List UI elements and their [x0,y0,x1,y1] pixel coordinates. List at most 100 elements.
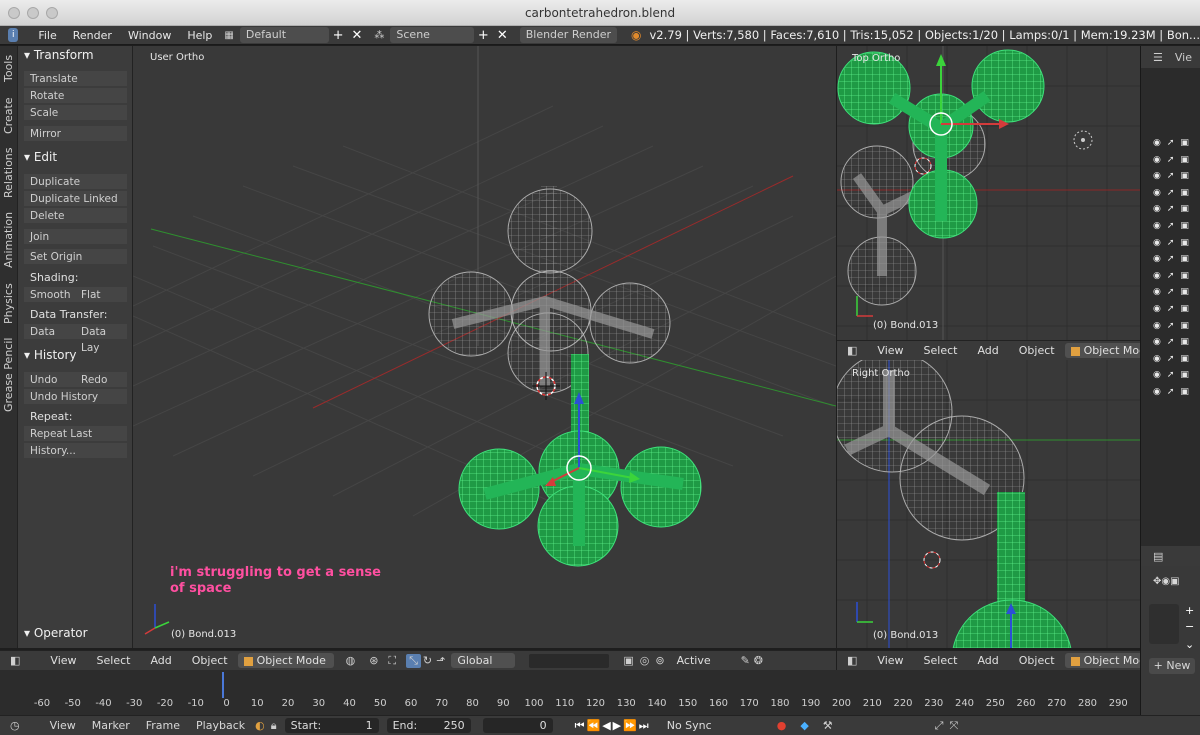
eye-icon[interactable]: ◉ [1153,155,1161,165]
tab-physics[interactable]: Physics [2,283,15,324]
viewport-shading-icon[interactable]: ◍ [346,654,356,667]
smooth-button[interactable]: Smooth [24,287,75,303]
cursor-select-icon[interactable]: ➚ [1167,204,1175,214]
cursor-select-icon[interactable]: ➚ [1167,155,1175,165]
outliner-row[interactable]: ◉ ➚ ▣ [1153,319,1199,333]
render-preview-icon[interactable]: ✎ [741,654,750,667]
outliner-row[interactable]: ◉ ➚ ▣ [1153,202,1199,216]
outliner-row[interactable]: ◉ ➚ ▣ [1153,252,1199,266]
eye-icon[interactable]: ◉ [1153,238,1161,248]
cursor-select-icon[interactable]: ➚ [1167,221,1175,231]
remove-scene-icon[interactable]: ✕ [493,28,512,43]
flat-button[interactable]: Flat [75,287,127,303]
menu-window[interactable]: Window [120,26,179,45]
join-button[interactable]: Join [24,229,127,245]
eye-icon[interactable]: ◉ [1153,204,1161,214]
keyframe-tool-icon[interactable]: ⚒ [823,719,833,732]
cursor-select-icon[interactable]: ➚ [1167,138,1175,148]
grey-molecule[interactable] [428,186,671,394]
cursor-select-icon[interactable]: ➚ [1167,287,1175,297]
mirror-button[interactable]: Mirror [24,126,127,142]
render-camera-icon[interactable]: ▣ [1180,287,1189,297]
rotate-manipulator-icon[interactable]: ↻ [423,654,432,667]
right-menu-select[interactable]: Select [914,651,968,671]
remove-layout-icon[interactable]: ✕ [347,28,366,43]
redo-button[interactable]: Redo [75,372,127,388]
eye-icon[interactable]: ◉ [1153,321,1161,331]
right-menu-object[interactable]: Object [1009,651,1065,671]
outliner-row[interactable]: ◉ ➚ ▣ [1153,335,1199,349]
cursor-select-icon[interactable]: ➚ [1167,238,1175,248]
eye-icon[interactable]: ◉ [1153,387,1161,397]
render-camera-icon[interactable]: ▣ [1180,204,1189,214]
top-menu-add[interactable]: Add [967,341,1008,361]
layer-buttons[interactable] [529,653,610,668]
snap-icon[interactable]: ⊚ [655,654,664,667]
render-camera-icon[interactable]: ▣ [1180,221,1189,231]
outliner-row[interactable]: ◉ ➚ ▣ [1153,352,1199,366]
render-camera-icon[interactable]: ▣ [1180,387,1189,397]
outliner-row[interactable]: ◉ ➚ ▣ [1153,186,1199,200]
cursor-select-icon[interactable]: ➚ [1167,254,1175,264]
cursor-select-icon[interactable]: ➚ [1167,337,1175,347]
tab-relations[interactable]: Relations [2,147,15,198]
main-mode-selector[interactable]: Object Mode [237,653,334,668]
timeline-menu-playback[interactable]: Playback [188,716,253,735]
layout-grid-icon[interactable]: ▦ [224,30,233,41]
history-panel-header[interactable]: ▾ History [24,348,77,362]
cursor-select-icon[interactable]: ➚ [1167,387,1175,397]
render-camera-icon[interactable]: ▣ [1180,304,1189,314]
timeline-editor-icon[interactable]: ◷ [10,719,20,732]
data-transfer-button[interactable]: Data [24,324,75,340]
timeline[interactable]: -60 -50 -40 -30 -20 -10 0 10 20 30 40 50 60 70 80 90 100… [0,670,1140,715]
outliner-row[interactable]: ◉ ➚ ▣ [1153,169,1199,183]
right-menu-add[interactable]: Add [967,651,1008,671]
eye-icon[interactable]: ◉ [1153,287,1161,297]
keyframe-delete-icon[interactable]: ⤧ [949,719,958,733]
menu-help[interactable]: Help [179,26,220,45]
main-menu-select[interactable]: Select [87,651,141,671]
tab-animation[interactable]: Animation [2,212,15,268]
outliner-row[interactable]: ◉ ➚ ▣ [1153,153,1199,167]
top-menu-object[interactable]: Object [1009,341,1065,361]
translate-manipulator-icon[interactable]: ⤡ [406,653,421,668]
timeline-menu-view[interactable]: View [42,716,84,735]
outliner-row[interactable]: ◉ ➚ ▣ [1153,269,1199,283]
render-camera-icon[interactable]: ▣ [1180,354,1189,364]
undo-history-button[interactable]: Undo History [24,389,127,405]
render-camera-icon[interactable]: ▣ [1180,321,1189,331]
manipulator-toggle-icon[interactable]: ⛶ [388,654,396,668]
proportional-editing-icon[interactable]: ◎ [640,654,650,667]
record-icon[interactable]: ● [777,719,787,732]
render-camera-icon[interactable]: ▣ [1180,138,1189,148]
transform-panel-header[interactable]: ▾ Transform [24,48,94,62]
remove-slot-icon[interactable]: − [1185,620,1194,633]
scene-selector[interactable]: Scene [390,27,474,43]
render-engine-selector[interactable]: Blender Render [519,27,617,43]
repeat-last-button[interactable]: Repeat Last [24,426,127,442]
current-frame-field[interactable]: 0 [482,718,553,733]
cursor-select-icon[interactable]: ➚ [1167,271,1175,281]
cursor-select-icon[interactable]: ➚ [1167,188,1175,198]
rotate-button[interactable]: Rotate [24,88,127,104]
keying-set-icon[interactable]: ◐ [255,719,265,732]
cursor-select-icon[interactable]: ➚ [1167,321,1175,331]
playhead[interactable] [222,672,224,698]
end-frame-field[interactable]: End: 250 [386,718,471,733]
eye-icon[interactable]: ◉ [1153,171,1161,181]
render-camera-icon[interactable]: ▣ [1180,188,1189,198]
sync-mode-selector[interactable]: No Sync [660,718,757,733]
scene-icon[interactable]: ⁂ [374,30,384,41]
right-ortho-viewport[interactable]: Right Ortho (0) Bond.013 [837,360,1140,648]
render-camera-icon[interactable]: ▣ [1180,337,1189,347]
timeline-menu-marker[interactable]: Marker [84,716,138,735]
add-layout-icon[interactable]: + [329,28,348,43]
right-menu-view[interactable]: View [867,651,913,671]
outliner-row[interactable]: ◉ ➚ ▣ [1153,302,1199,316]
outliner-row[interactable]: ◉ ➚ ▣ [1153,219,1199,233]
edit-panel-header[interactable]: ▾ Edit [24,150,57,164]
layout-selector[interactable]: Default [239,27,329,43]
lock-layers-icon[interactable]: ▣ [623,654,633,667]
cursor-select-icon[interactable]: ➚ [1167,370,1175,380]
render-icon[interactable]: ❂ [754,654,763,667]
